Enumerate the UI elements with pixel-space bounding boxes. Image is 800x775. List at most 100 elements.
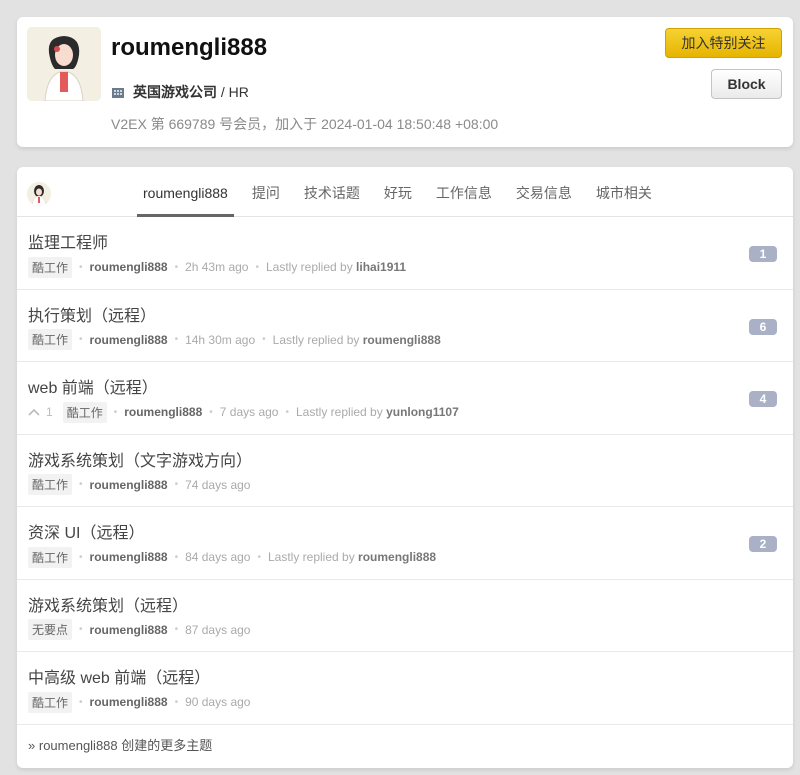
- reply-count-badge[interactable]: 2: [749, 536, 777, 552]
- building-icon: [111, 85, 125, 99]
- topic-time: 7 days ago: [219, 405, 279, 419]
- topic-title[interactable]: 游戏系统策划（文字游戏方向）: [28, 447, 252, 471]
- node-tag[interactable]: 无要点: [28, 619, 73, 640]
- topic-title[interactable]: 执行策划（远程）: [28, 302, 156, 326]
- topic-meta: 酷工作 • roumengli888 • 14h 30m ago • Lastl…: [28, 329, 441, 350]
- tab-bar: roumengli888 提问 技术话题 好玩 工作信息 交易信息 城市相关: [17, 167, 793, 217]
- separator-dot: •: [262, 334, 266, 345]
- topic-author[interactable]: roumengli888: [90, 623, 168, 637]
- more-arrow: »: [28, 738, 36, 753]
- reply-count-badge[interactable]: 4: [749, 391, 777, 407]
- last-reply-user[interactable]: lihai1911: [356, 260, 406, 274]
- tab-tech[interactable]: 技术话题: [292, 167, 372, 217]
- last-reply-user[interactable]: roumengli888: [363, 333, 441, 347]
- separator-dot: •: [79, 479, 83, 490]
- replied-prefix: Lastly replied by: [267, 550, 355, 564]
- replied-prefix: Lastly replied by: [265, 260, 353, 274]
- tab-roumengli888[interactable]: roumengli888: [137, 167, 234, 217]
- topic-time: 14h 30m ago: [185, 332, 256, 347]
- replied-prefix: Lastly replied by: [272, 332, 360, 347]
- reply-count-badge[interactable]: 1: [749, 246, 777, 262]
- company-line: 英国游戏公司 / HR: [111, 82, 249, 102]
- last-reply-user[interactable]: yunlong1107: [386, 405, 459, 419]
- topic-author[interactable]: roumengli888: [90, 260, 168, 274]
- separator-dot: •: [174, 261, 179, 273]
- tab-jobs[interactable]: 工作信息: [424, 167, 504, 217]
- node-tag[interactable]: 酷工作: [28, 256, 73, 278]
- profile-card: roumengli888 英国游戏公司 / HR V2EX 第 669789 号…: [17, 17, 793, 147]
- topic-title[interactable]: 资深 UI（远程）: [28, 519, 144, 543]
- username: roumengli888: [111, 34, 268, 61]
- topic-title[interactable]: 中高级 web 前端（远程）: [28, 664, 210, 688]
- tab-questions[interactable]: 提问: [240, 167, 292, 217]
- more-topics: » roumengli888 创建的更多主题: [28, 735, 212, 754]
- topic-title[interactable]: web 前端（远程）: [28, 374, 158, 398]
- separator-dot: •: [257, 551, 261, 563]
- topic-row: 执行策划（远程） 酷工作 • roumengli888 • 14h 30m ag…: [17, 290, 793, 362]
- topic-meta: 酷工作 • roumengli888 • 90 days ago: [28, 691, 251, 713]
- node-tag[interactable]: 酷工作: [62, 401, 107, 423]
- chevron-up-icon: [28, 408, 40, 416]
- company-name: 英国游戏公司: [133, 84, 217, 100]
- reply-count-badge[interactable]: 6: [749, 318, 777, 335]
- separator-dot: •: [79, 551, 83, 563]
- topic-title[interactable]: 游戏系统策划（远程）: [28, 592, 188, 616]
- topic-meta: 酷工作 • roumengli888 • 74 days ago: [28, 474, 251, 495]
- topic-title[interactable]: 监理工程师: [28, 229, 108, 253]
- tab-deals[interactable]: 交易信息: [504, 167, 584, 217]
- separator-dot: •: [255, 261, 259, 273]
- follow-button[interactable]: 加入特别关注: [665, 28, 782, 58]
- topic-row: 游戏系统策划（文字游戏方向） 酷工作 • roumengli888 • 74 d…: [17, 435, 793, 507]
- topic-time: 74 days ago: [185, 477, 251, 492]
- separator-dot: •: [113, 406, 118, 418]
- topic-author[interactable]: roumengli888: [90, 695, 168, 709]
- topics-card: roumengli888 提问 技术话题 好玩 工作信息 交易信息 城市相关 监…: [17, 167, 793, 768]
- node-tag[interactable]: 酷工作: [28, 546, 73, 568]
- separator-dot: •: [285, 406, 289, 418]
- block-button[interactable]: Block: [711, 69, 782, 99]
- role-separator: /: [217, 84, 229, 100]
- separator-dot: •: [79, 334, 83, 345]
- topic-author[interactable]: roumengli888: [124, 405, 202, 419]
- separator-dot: •: [174, 624, 179, 635]
- separator-dot: •: [174, 551, 179, 563]
- topic-row: web 前端（远程） 1 酷工作 • roumengli888 • 7 days…: [17, 362, 793, 435]
- tab-fun[interactable]: 好玩: [372, 167, 424, 217]
- topic-time: 2h 43m ago: [185, 260, 249, 274]
- topic-row: 中高级 web 前端（远程） 酷工作 • roumengli888 • 90 d…: [17, 652, 793, 725]
- node-tag[interactable]: 酷工作: [28, 474, 73, 495]
- topic-meta: 无要点 • roumengli888 • 87 days ago: [28, 619, 251, 640]
- topic-row: 资深 UI（远程） 酷工作 • roumengli888 • 84 days a…: [17, 507, 793, 580]
- separator-dot: •: [79, 624, 83, 635]
- replied-prefix: Lastly replied by: [296, 405, 383, 419]
- topic-author[interactable]: roumengli888: [90, 478, 168, 492]
- separator-dot: •: [174, 479, 179, 490]
- separator-dot: •: [174, 696, 179, 708]
- topic-author[interactable]: roumengli888: [90, 333, 168, 347]
- topic-meta: 酷工作 • roumengli888 • 2h 43m ago • Lastly…: [28, 256, 406, 278]
- last-reply-user[interactable]: roumengli888: [358, 550, 436, 564]
- node-tag[interactable]: 酷工作: [28, 329, 73, 350]
- topic-row: 游戏系统策划（远程） 无要点 • roumengli888 • 87 days …: [17, 580, 793, 652]
- role: HR: [228, 84, 249, 100]
- topic-row: 监理工程师 酷工作 • roumengli888 • 2h 43m ago • …: [17, 217, 793, 290]
- vote-count: 1: [46, 405, 53, 419]
- more-topics-link[interactable]: roumengli888 创建的更多主题: [39, 738, 212, 753]
- separator-dot: •: [79, 696, 83, 708]
- tab-city[interactable]: 城市相关: [584, 167, 664, 217]
- member-info: V2EX 第 669789 号会员，加入于 2024-01-04 18:50:4…: [111, 116, 499, 132]
- topic-meta: 酷工作 • roumengli888 • 84 days ago • Lastl…: [28, 546, 436, 568]
- separator-dot: •: [174, 334, 179, 345]
- topic-time: 87 days ago: [185, 622, 251, 637]
- tabs: roumengli888 提问 技术话题 好玩 工作信息 交易信息 城市相关: [137, 167, 664, 217]
- node-tag[interactable]: 酷工作: [28, 691, 73, 713]
- separator-dot: •: [79, 261, 83, 273]
- avatar-small[interactable]: [27, 182, 51, 206]
- separator-dot: •: [209, 406, 213, 418]
- topic-author[interactable]: roumengli888: [90, 550, 168, 564]
- avatar[interactable]: [27, 27, 101, 101]
- topic-time: 84 days ago: [185, 550, 251, 564]
- topic-meta: 1 酷工作 • roumengli888 • 7 days ago • Last…: [28, 401, 459, 423]
- topic-time: 90 days ago: [185, 695, 251, 709]
- vote-indicator[interactable]: 1: [28, 405, 53, 419]
